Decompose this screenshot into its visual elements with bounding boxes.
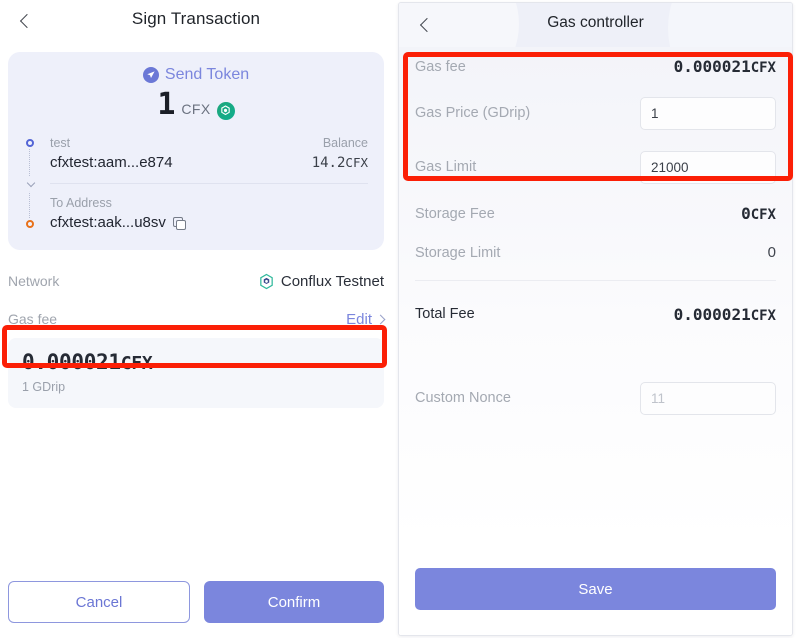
- custom-nonce-input[interactable]: [640, 381, 776, 415]
- gas-fee-edit-row[interactable]: Gas fee Edit: [0, 302, 392, 336]
- balance-block: Balance 14.2CFX: [312, 134, 368, 174]
- storage-fee-unit: CFX: [750, 207, 776, 223]
- conflux-token-icon: [216, 101, 235, 120]
- network-row: Network Conflux Testnet: [0, 264, 392, 298]
- send-token-row: Send Token: [8, 66, 384, 84]
- gas-limit-label: Gas Limit: [415, 159, 477, 175]
- confirm-button[interactable]: Confirm: [204, 581, 384, 623]
- gas-fee-row: Gas fee 0.000021CFX: [415, 47, 776, 86]
- address-divider: [50, 183, 368, 184]
- network-value: Conflux Testnet: [280, 272, 384, 290]
- balance-unit: CFX: [345, 155, 368, 170]
- amount-row: 1 CFX: [8, 90, 384, 120]
- balance-number: 14.2: [311, 155, 346, 171]
- page-title: Sign Transaction: [131, 9, 261, 28]
- gas-fee-label: Gas fee: [415, 58, 466, 75]
- from-dot-icon: [26, 139, 34, 147]
- network-label: Network: [8, 273, 60, 289]
- save-button[interactable]: Save: [415, 568, 776, 610]
- gas-controller-panel: Gas controller Gas fee 0.000021CFX Gas P…: [398, 2, 793, 636]
- total-fee-value: 0.000021CFX: [674, 305, 776, 324]
- send-token-label: Send Token: [164, 66, 250, 83]
- total-fee-number: 0.000021: [673, 304, 751, 324]
- gas-controller-header: Gas controller: [399, 3, 792, 47]
- address-timeline-rail: [23, 139, 39, 228]
- section-divider: [415, 280, 776, 281]
- chevron-right-icon: [375, 314, 386, 324]
- amount-value: 1: [157, 87, 176, 122]
- gas-fee-unit: CFX: [750, 60, 776, 76]
- cancel-button[interactable]: Cancel: [8, 581, 190, 623]
- gas-price-input[interactable]: [640, 96, 776, 130]
- gas-fee-number: 0.000021: [673, 57, 751, 76]
- amount-symbol: CFX: [181, 101, 211, 117]
- from-address-row: test cfxtest:aam...e874 Balance 14.2CFX: [50, 134, 368, 184]
- to-address-value: cfxtest:aak...u8sv: [50, 212, 368, 234]
- sign-transaction-panel: Sign Transaction Send Token 1 CFX test c…: [0, 0, 392, 638]
- send-arrow-icon: [142, 67, 159, 83]
- network-value-wrap: Conflux Testnet: [258, 273, 384, 290]
- custom-nonce-row: Custom Nonce: [415, 371, 776, 425]
- balance-value: 14.2CFX: [312, 152, 368, 174]
- sign-transaction-header: Sign Transaction: [0, 0, 392, 46]
- gas-fee-number: 0.000021: [22, 350, 121, 374]
- gas-limit-input[interactable]: [640, 150, 776, 184]
- gas-fee-amount: 0.000021CFX: [22, 350, 370, 374]
- total-fee-label: Total Fee: [415, 306, 475, 322]
- gas-fee-display-box: 0.000021CFX 1 GDrip: [8, 338, 384, 408]
- storage-fee-row: Storage Fee 0CFX: [415, 194, 776, 233]
- total-fee-row: Total Fee 0.000021CFX: [415, 287, 776, 341]
- gas-fee-value: 0.000021CFX: [674, 57, 776, 76]
- gas-controller-footer: Save: [399, 541, 792, 635]
- gas-fee-unit: CFX: [120, 353, 153, 374]
- sign-transaction-footer: Cancel Confirm: [0, 566, 392, 638]
- to-address-text: cfxtest:aak...u8sv: [50, 214, 166, 231]
- storage-limit-value: 0: [767, 244, 776, 261]
- chevron-down-icon: [23, 175, 39, 192]
- gas-price-row: Gas Price (GDrip): [415, 86, 776, 140]
- edit-label: Edit: [346, 310, 372, 328]
- storage-fee-label: Storage Fee: [415, 205, 495, 222]
- to-dot-icon: [26, 220, 34, 228]
- to-label: To Address: [50, 196, 112, 210]
- storage-limit-label: Storage Limit: [415, 244, 501, 261]
- address-block: test cfxtest:aam...e874 Balance 14.2CFX …: [23, 134, 368, 234]
- gas-fee-subtext: 1 GDrip: [22, 380, 66, 394]
- edit-gas-button[interactable]: Edit: [346, 310, 386, 328]
- storage-fee-number: 0: [741, 204, 751, 223]
- gas-controller-title: Gas controller: [547, 14, 644, 31]
- gas-controller-body: Gas fee 0.000021CFX Gas Price (GDrip) Ga…: [399, 47, 792, 635]
- gas-limit-row: Gas Limit: [415, 140, 776, 194]
- gas-price-label: Gas Price (GDrip): [415, 105, 531, 121]
- conflux-network-icon: [260, 273, 273, 289]
- transaction-summary-card: Send Token 1 CFX test cfxtest:aam...e874…: [8, 52, 384, 250]
- balance-label: Balance: [322, 136, 368, 150]
- copy-icon[interactable]: [172, 216, 187, 230]
- total-fee-unit: CFX: [750, 307, 776, 324]
- to-address-row: To Address cfxtest:aak...u8sv: [50, 194, 368, 234]
- gas-fee-label: Gas fee: [8, 311, 58, 327]
- custom-nonce-label: Custom Nonce: [415, 390, 511, 406]
- storage-fee-value: 0CFX: [741, 204, 776, 223]
- storage-limit-row: Storage Limit 0: [415, 233, 776, 272]
